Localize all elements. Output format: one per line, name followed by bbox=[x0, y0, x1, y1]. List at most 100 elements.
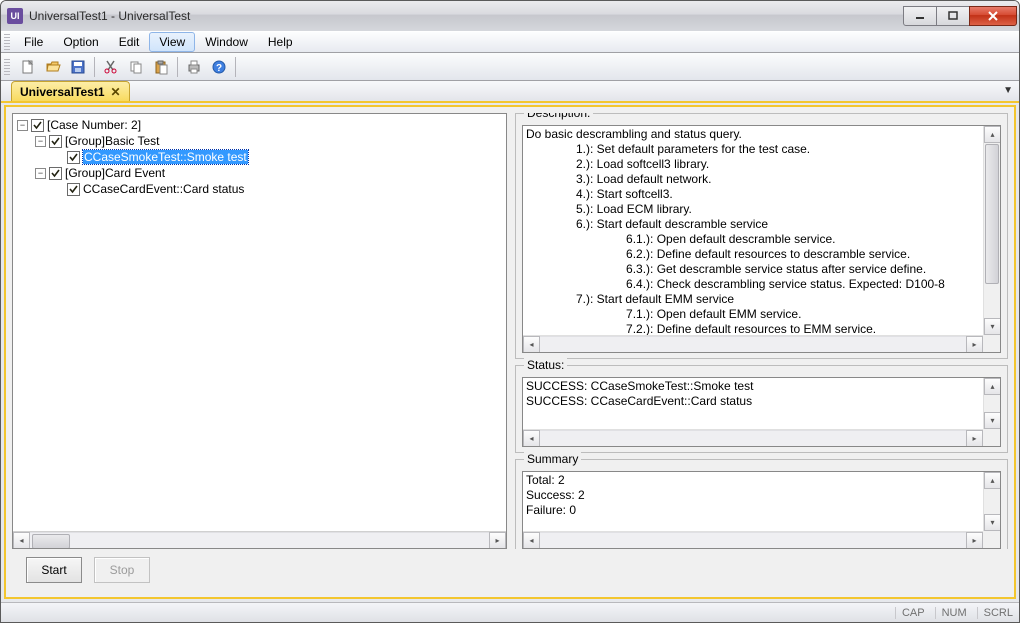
summary-hscrollbar[interactable]: ◂ ▸ bbox=[523, 531, 1000, 548]
save-button[interactable] bbox=[67, 56, 89, 78]
help-icon: ? bbox=[211, 59, 227, 75]
copy-icon bbox=[128, 59, 144, 75]
scroll-up-icon[interactable]: ▴ bbox=[984, 126, 1001, 143]
summary-vscrollbar[interactable]: ▴ ▾ bbox=[983, 472, 1000, 531]
help-button[interactable]: ? bbox=[208, 56, 230, 78]
scroll-track[interactable] bbox=[540, 532, 966, 548]
button-row: Start Stop bbox=[12, 549, 1008, 591]
tree-group-label: [Group]Basic Test bbox=[65, 134, 160, 148]
checkbox[interactable] bbox=[67, 151, 80, 164]
status-group: Status: SUCCESS: CCaseSmokeTest::Smoke t… bbox=[515, 365, 1008, 453]
description-hscrollbar[interactable]: ◂ ▸ bbox=[523, 335, 1000, 352]
close-button[interactable] bbox=[969, 6, 1017, 26]
toolbar-sep-3 bbox=[235, 57, 236, 77]
scroll-right-icon[interactable]: ▸ bbox=[966, 336, 983, 353]
collapse-icon[interactable]: − bbox=[17, 120, 28, 131]
toolbar-sep-2 bbox=[177, 57, 178, 77]
scroll-down-icon[interactable]: ▾ bbox=[984, 514, 1001, 531]
window-controls bbox=[904, 7, 1017, 26]
close-icon bbox=[987, 11, 999, 21]
status-hscrollbar[interactable]: ◂ ▸ bbox=[523, 429, 1000, 446]
menu-window[interactable]: Window bbox=[195, 32, 258, 52]
toolbar-sep-1 bbox=[94, 57, 95, 77]
statusbar-scrl: SCRL bbox=[977, 607, 1013, 619]
open-folder-icon bbox=[45, 59, 61, 75]
scroll-corner bbox=[983, 335, 1000, 352]
scroll-right-icon[interactable]: ▸ bbox=[966, 532, 983, 549]
scroll-thumb[interactable] bbox=[985, 144, 999, 284]
collapse-icon[interactable]: − bbox=[35, 168, 46, 179]
scroll-left-icon[interactable]: ◂ bbox=[523, 430, 540, 447]
summary-textbox[interactable]: Total: 2 Success: 2 Failure: 0 ▴ ▾ ◂ ▸ bbox=[522, 471, 1001, 549]
cut-icon bbox=[103, 59, 119, 75]
tree-hscrollbar[interactable]: ◂ ▸ bbox=[13, 531, 506, 548]
menubar-grip-icon bbox=[4, 34, 10, 50]
description-text: Do basic descrambling and status query. … bbox=[523, 126, 1000, 338]
titlebar: UI UniversalTest1 - UniversalTest bbox=[1, 1, 1019, 31]
checkbox[interactable] bbox=[31, 119, 44, 132]
window-title: UniversalTest1 - UniversalTest bbox=[29, 9, 904, 23]
description-textbox[interactable]: Do basic descrambling and status query. … bbox=[522, 125, 1001, 353]
tree-item[interactable]: CCaseSmokeTest::Smoke test bbox=[17, 149, 502, 165]
open-button[interactable] bbox=[42, 56, 64, 78]
tree-root[interactable]: − [Case Number: 2] bbox=[17, 117, 502, 133]
description-group: Description: Do basic descrambling and s… bbox=[515, 113, 1008, 359]
minimize-button[interactable] bbox=[903, 6, 937, 26]
toolbar: ? bbox=[1, 53, 1019, 81]
paste-button[interactable] bbox=[150, 56, 172, 78]
checkbox[interactable] bbox=[49, 135, 62, 148]
minimize-icon bbox=[915, 11, 925, 21]
print-button[interactable] bbox=[183, 56, 205, 78]
app-icon: UI bbox=[7, 8, 23, 24]
menu-edit[interactable]: Edit bbox=[109, 32, 150, 52]
copy-button[interactable] bbox=[125, 56, 147, 78]
scroll-right-icon[interactable]: ▸ bbox=[489, 532, 506, 549]
status-textbox[interactable]: SUCCESS: CCaseSmokeTest::Smoke test SUCC… bbox=[522, 377, 1001, 447]
description-vscrollbar[interactable]: ▴ ▾ bbox=[983, 126, 1000, 335]
tree-group[interactable]: − [Group]Card Event bbox=[17, 165, 502, 181]
checkbox[interactable] bbox=[49, 167, 62, 180]
scroll-track[interactable] bbox=[540, 430, 966, 446]
tree-group[interactable]: − [Group]Basic Test bbox=[17, 133, 502, 149]
scroll-left-icon[interactable]: ◂ bbox=[13, 532, 30, 549]
scroll-up-icon[interactable]: ▴ bbox=[984, 472, 1001, 489]
tab-overflow-icon[interactable]: ▼ bbox=[1003, 85, 1013, 96]
menu-view[interactable]: View bbox=[149, 32, 195, 52]
collapse-icon[interactable]: − bbox=[35, 136, 46, 147]
menu-file[interactable]: File bbox=[14, 32, 53, 52]
maximize-button[interactable] bbox=[936, 6, 970, 26]
status-vscrollbar[interactable]: ▴ ▾ bbox=[983, 378, 1000, 429]
tab-close-icon[interactable]: ✕ bbox=[111, 85, 121, 99]
scroll-track[interactable] bbox=[30, 532, 489, 548]
tree-item-label: CCaseSmokeTest::Smoke test bbox=[83, 150, 248, 164]
summary-group: Summary Total: 2 Success: 2 Failure: 0 ▴… bbox=[515, 459, 1008, 549]
scroll-up-icon[interactable]: ▴ bbox=[984, 378, 1001, 395]
scroll-thumb[interactable] bbox=[32, 534, 70, 549]
tree-group-label: [Group]Card Event bbox=[65, 166, 165, 180]
scroll-left-icon[interactable]: ◂ bbox=[523, 532, 540, 549]
scroll-right-icon[interactable]: ▸ bbox=[966, 430, 983, 447]
summary-title: Summary bbox=[524, 452, 581, 466]
checkbox[interactable] bbox=[67, 183, 80, 196]
right-column: Description: Do basic descrambling and s… bbox=[515, 113, 1008, 549]
main-window: UI UniversalTest1 - UniversalTest File O… bbox=[0, 0, 1020, 623]
menu-option[interactable]: Option bbox=[53, 32, 108, 52]
new-button[interactable] bbox=[17, 56, 39, 78]
scroll-track[interactable] bbox=[540, 336, 966, 352]
description-title: Description: bbox=[524, 113, 593, 120]
scroll-down-icon[interactable]: ▾ bbox=[984, 318, 1001, 335]
menu-help[interactable]: Help bbox=[258, 32, 303, 52]
save-icon bbox=[70, 59, 86, 75]
test-tree[interactable]: − [Case Number: 2] − [Group]Basic Test C… bbox=[12, 113, 507, 549]
cut-button[interactable] bbox=[100, 56, 122, 78]
scroll-left-icon[interactable]: ◂ bbox=[523, 336, 540, 353]
scroll-corner bbox=[983, 531, 1000, 548]
start-button[interactable]: Start bbox=[26, 557, 82, 583]
status-title: Status: bbox=[524, 358, 567, 372]
tree-item[interactable]: CCaseCardEvent::Card status bbox=[17, 181, 502, 197]
main-split: − [Case Number: 2] − [Group]Basic Test C… bbox=[12, 113, 1008, 549]
scroll-down-icon[interactable]: ▾ bbox=[984, 412, 1001, 429]
toolbar-grip-icon bbox=[4, 59, 10, 75]
status-text: SUCCESS: CCaseSmokeTest::Smoke test SUCC… bbox=[523, 378, 1000, 410]
tab-universaltest1[interactable]: UniversalTest1 ✕ bbox=[11, 81, 130, 101]
